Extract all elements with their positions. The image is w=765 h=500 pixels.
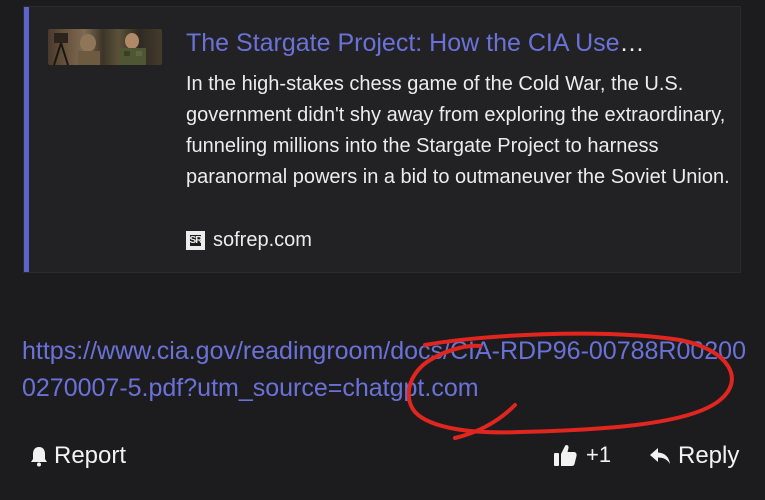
preview-description: In the high-stakes chess game of the Col… xyxy=(186,73,730,188)
title-ellipsis: … xyxy=(619,29,645,57)
preview-title-link[interactable]: The Stargate Project: How the CIA Use… xyxy=(186,27,716,59)
like-count: +1 xyxy=(586,442,612,467)
link-preview-card[interactable]: The Stargate Project: How the CIA Use… I… xyxy=(23,6,741,273)
post-url-link[interactable]: https://www.cia.gov/readingroom/docs/CIA… xyxy=(22,333,747,407)
preview-site-row: SR sofrep.com xyxy=(186,225,312,255)
preview-thumbnail[interactable] xyxy=(48,29,162,65)
reply-label: Reply xyxy=(678,442,740,469)
post-page: The Stargate Project: How the CIA Use… I… xyxy=(0,0,765,500)
preview-site-name: sofrep.com xyxy=(213,228,312,251)
thumbs-up-icon xyxy=(554,444,577,466)
reply-arrow-icon xyxy=(650,448,670,464)
site-favicon-icon: SR xyxy=(186,230,205,250)
report-label: Report xyxy=(54,442,127,469)
report-button[interactable]: Report xyxy=(28,442,126,470)
bell-icon xyxy=(31,447,47,467)
reply-button[interactable]: Reply xyxy=(648,442,739,470)
like-button[interactable]: +1 xyxy=(552,442,611,468)
card-accent-bar xyxy=(24,7,29,272)
preview-title: The Stargate Project: How the CIA Use xyxy=(186,29,620,57)
post-actions-bar: Report +1 Reply xyxy=(0,436,765,480)
